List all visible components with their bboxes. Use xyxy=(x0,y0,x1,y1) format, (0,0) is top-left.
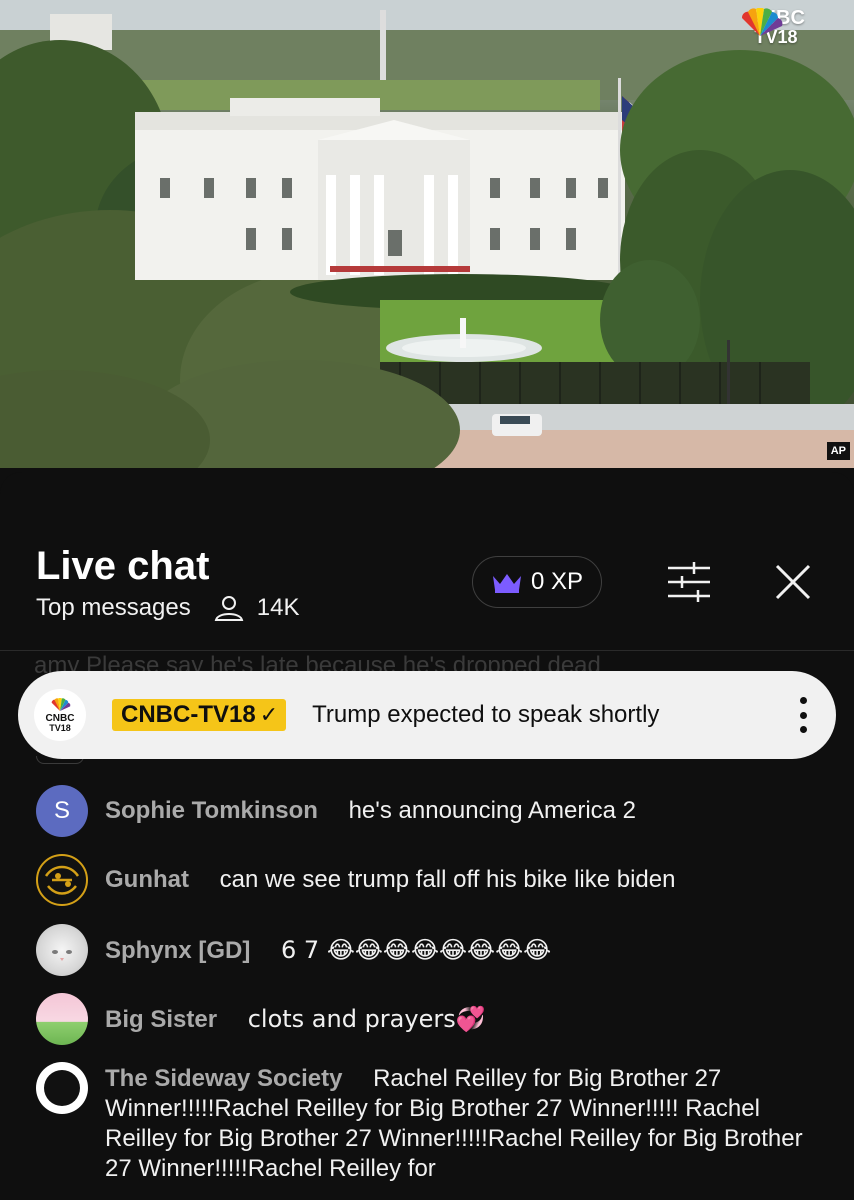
chat-message[interactable]: Gunhat can we see trump fall off his bik… xyxy=(36,854,826,906)
cat-avatar-artwork xyxy=(52,950,72,961)
message-text: he's announcing America 2 xyxy=(348,797,637,824)
xp-label: 0 XP xyxy=(530,568,584,595)
avatar[interactable] xyxy=(36,854,88,906)
avatar[interactable] xyxy=(36,993,88,1045)
chat-header: Live chat Top messages 14K 0 XP xyxy=(0,472,854,652)
chat-message[interactable]: S Sophie Tomkinson he's announcing Ameri… xyxy=(36,785,826,837)
avatar[interactable] xyxy=(36,1062,88,1114)
avatar[interactable] xyxy=(36,924,88,976)
message-author[interactable]: Sophie Tomkinson xyxy=(105,797,318,824)
message-text: can we see trump fall off his bike like … xyxy=(219,866,676,893)
video-player[interactable]: CNBC TV18 AP xyxy=(0,0,854,468)
pinned-avatar-brand: CNBC xyxy=(45,712,75,724)
chat-message[interactable]: The Sideway Society Rachel Reilley for B… xyxy=(36,1062,826,1184)
xp-button[interactable]: 0 XP xyxy=(472,556,602,608)
verified-check-icon: ✓ xyxy=(259,702,279,727)
viewer-count: 14K xyxy=(256,594,300,621)
close-icon[interactable] xyxy=(770,560,816,604)
chat-title: Live chat xyxy=(36,544,210,588)
message-author[interactable]: Gunhat xyxy=(105,866,189,893)
message-author[interactable]: Big Sister xyxy=(105,1006,217,1033)
live-chat-panel: Live chat Top messages 14K 0 XP amy Plea… xyxy=(0,472,854,1200)
person-outline-icon xyxy=(214,596,244,621)
sliders-icon[interactable] xyxy=(664,560,714,604)
message-author[interactable]: Sphynx [GD] xyxy=(105,937,250,964)
channel-logo: CNBC TV18 xyxy=(734,8,818,46)
pinned-message-text: Trump expected to speak shortly xyxy=(312,701,660,728)
message-text: clots and prayers💞 xyxy=(247,1005,486,1033)
avatar-letter: S xyxy=(53,797,70,824)
avatar[interactable]: S xyxy=(36,785,88,837)
pinned-avatar-sub: TV18 xyxy=(49,722,71,733)
message-text: 6 7 😂😂😂😂😂😂😂😂 xyxy=(281,936,552,964)
pinned-message-banner[interactable]: CNBC TV18 CNBC-TV18 ✓ Trump expected to … xyxy=(18,671,836,759)
peacock-icon xyxy=(741,8,783,37)
chat-mode-row[interactable]: Top messages 14K xyxy=(36,594,299,622)
pinned-author-name: CNBC-TV18 xyxy=(121,701,256,728)
message-author[interactable]: The Sideway Society xyxy=(105,1065,342,1092)
chat-message[interactable]: Sphynx [GD] 6 7 😂😂😂😂😂😂😂😂 xyxy=(36,924,826,976)
pinned-author-tag[interactable]: CNBC-TV18 ✓ xyxy=(112,699,287,731)
peacock-icon xyxy=(51,697,71,711)
pinned-author-avatar: CNBC TV18 xyxy=(34,689,86,741)
crown-icon xyxy=(492,574,521,593)
header-divider xyxy=(0,650,854,651)
more-vert-icon[interactable] xyxy=(798,697,808,733)
chat-message[interactable]: Big Sister clots and prayers💞 xyxy=(36,993,826,1045)
avatar-artwork xyxy=(44,865,80,895)
video-frame-white-house xyxy=(0,0,854,468)
ap-badge: AP xyxy=(826,442,850,460)
chat-mode-label[interactable]: Top messages xyxy=(36,594,191,622)
